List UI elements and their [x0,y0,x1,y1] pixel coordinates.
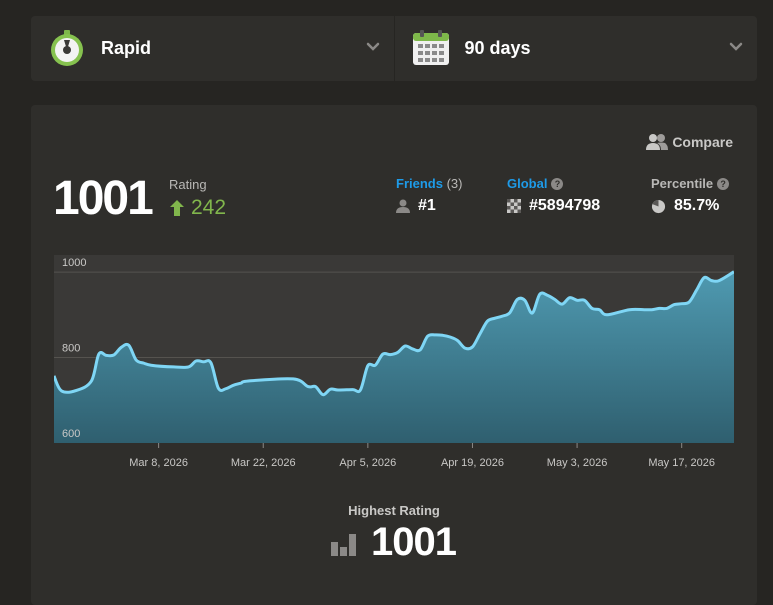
highest-rating-value: 1001 [371,520,457,564]
game-type-label: Rapid [101,38,152,58]
stopwatch-icon [51,30,83,66]
chevron-down-icon [729,42,743,51]
x-tick-label: Mar 8, 2026 [129,457,188,469]
x-tick-label: May 3, 2026 [547,457,608,469]
friends-link[interactable]: Friends [396,176,443,191]
global-link[interactable]: Global [507,176,547,191]
bar-chart-icon [331,533,356,556]
current-rating: 1001 [53,172,154,225]
percentile-label: Percentile [651,176,714,191]
users-icon [646,134,669,150]
rating-label: Rating [169,177,207,192]
percentile-stat: Percentile? 85.7% [651,176,730,215]
y-tick-label: 600 [62,428,80,440]
user-icon [396,199,410,213]
x-tick-label: Apr 5, 2026 [339,457,396,469]
help-icon[interactable]: ? [717,178,730,190]
rating-chart: 600 800 1000 Mar 8, 2026 Mar 22, 2026 Apr 5, … [54,255,734,469]
y-tick-label: 800 [62,343,80,355]
y-tick-label: 1000 [62,257,86,269]
x-tick-label: May 17, 2026 [648,457,715,469]
x-tick-label: Apr 19, 2026 [441,457,504,469]
chessboard-icon [507,199,521,213]
arrow-up-icon [170,200,184,216]
friends-stat: Friends (3) #1 [396,176,462,215]
rating-card: Compare 1001 Rating 242 Friends (3) #1 G… [31,105,757,605]
compare-label: Compare [672,134,733,150]
rating-change: 242 [169,196,226,220]
chevron-down-icon [366,42,379,51]
percentile-value: 85.7% [674,197,720,214]
period-select[interactable]: 90 days [395,16,758,81]
filter-bar: Rapid 90 days [31,16,757,81]
global-rank: #5894798 [529,197,601,214]
pie-icon [651,199,666,213]
compare-button[interactable]: Compare [646,133,733,151]
friends-count: (3) [446,176,463,191]
highest-rating: 1001 [331,520,457,565]
calendar-icon [412,30,449,65]
game-type-select[interactable]: Rapid [31,16,395,81]
highest-rating-label: Highest Rating [348,503,440,518]
rating-change-value: 242 [191,196,227,219]
friends-rank: #1 [418,197,436,214]
help-icon[interactable]: ? [551,178,564,190]
period-label: 90 days [464,38,531,58]
x-tick-label: Mar 22, 2026 [231,457,296,469]
global-stat: Global? #5894798 [507,176,600,215]
